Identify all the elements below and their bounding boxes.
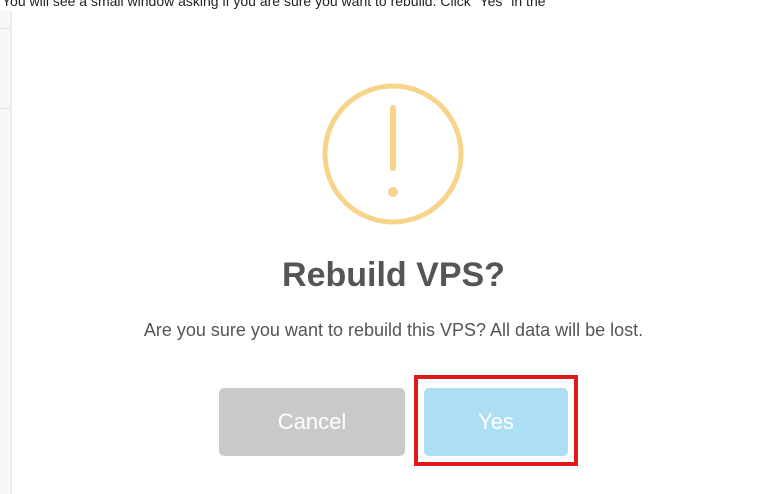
instruction-text: You will see a small window asking if yo…	[2, 0, 546, 9]
dialog-title: Rebuild VPS?	[282, 256, 505, 294]
dialog-message: Are you sure you want to rebuild this VP…	[143, 320, 644, 340]
exclamation-circle-icon	[322, 83, 464, 225]
cancel-button[interactable]: Cancel	[219, 388, 405, 456]
highlight-annotation	[414, 375, 578, 466]
